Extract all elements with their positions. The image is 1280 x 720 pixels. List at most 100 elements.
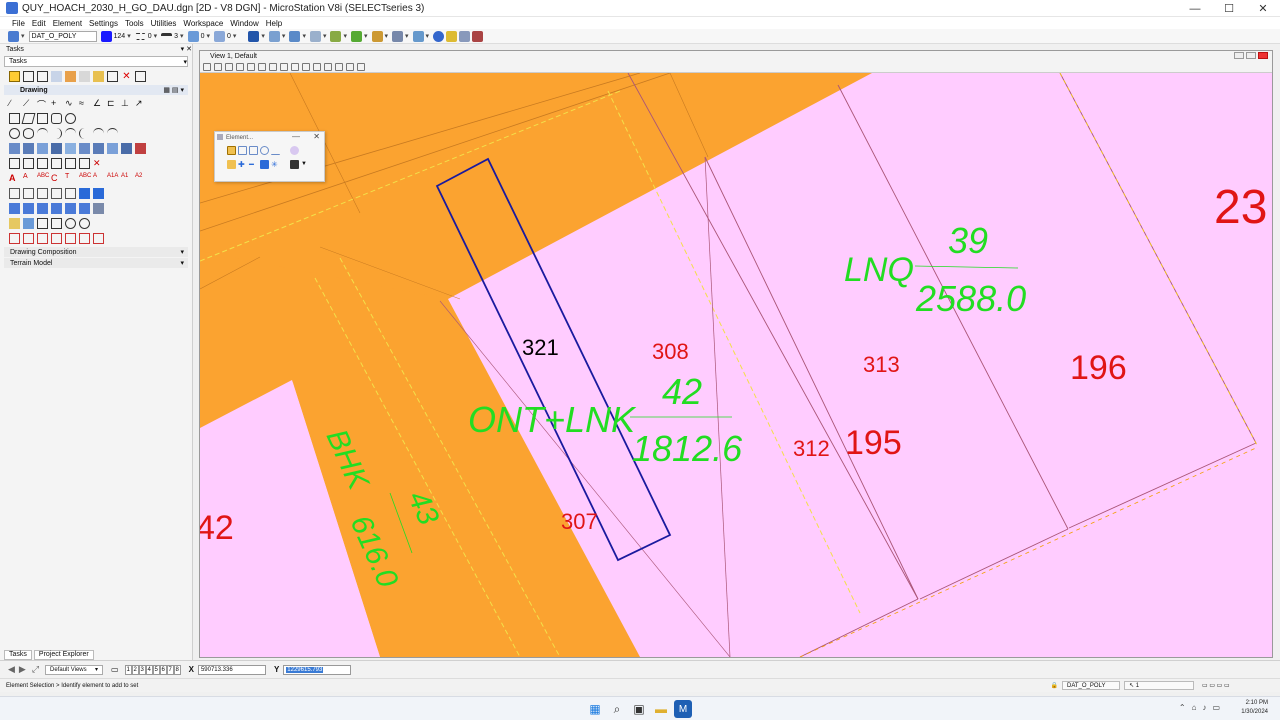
toolbox-icon[interactable] (459, 30, 471, 42)
copy-increment-text-icon[interactable]: A1A (107, 173, 118, 184)
copy-element-icon[interactable] (9, 143, 20, 154)
edit-text-icon[interactable]: ABC (37, 173, 49, 184)
chevron-down-icon[interactable]: ▾ (154, 32, 158, 40)
view-maximize-button[interactable] (1246, 52, 1256, 59)
chevron-down-icon[interactable]: ▾ (206, 32, 210, 40)
measure-tool-icon[interactable] (79, 71, 90, 82)
chevron-down-icon[interactable]: ▾ (343, 32, 347, 40)
chevron-down-icon[interactable]: ▾ (426, 32, 430, 40)
subtract-selection-icon[interactable]: ━ (249, 160, 258, 169)
change-text-icon[interactable]: ABC (79, 173, 91, 184)
increment-text-icon[interactable]: A1 (121, 173, 132, 184)
display-style-icon[interactable] (214, 62, 222, 71)
x-coordinate-field[interactable]: 590713.336 (197, 664, 266, 675)
place-note-icon[interactable]: C (51, 173, 62, 184)
fence-icon[interactable] (371, 30, 383, 42)
menu-help[interactable]: Help (266, 19, 282, 28)
task-view-icon[interactable]: ▣ (630, 700, 648, 718)
construct-bisector-icon[interactable]: ∠ (93, 98, 104, 109)
tab-tasks[interactable]: Tasks (4, 650, 32, 660)
mirror-icon[interactable] (79, 143, 90, 154)
menu-element[interactable]: Element (53, 19, 82, 28)
dimension-ordinate-icon[interactable] (79, 188, 90, 199)
dimension-radial-icon[interactable] (65, 188, 76, 199)
line-style-icon[interactable] (134, 32, 146, 40)
place-smartline-icon[interactable]: ∕ (9, 98, 20, 109)
modify-arc-axis-icon[interactable] (107, 128, 118, 139)
rotate-icon[interactable] (65, 143, 76, 154)
view-button-6[interactable]: 6 (159, 664, 167, 675)
rotate-view-icon[interactable] (280, 62, 288, 71)
construct-perpendicular-icon[interactable]: ⊥ (121, 98, 132, 109)
display-text-attributes-icon[interactable]: A (93, 173, 104, 184)
dimension-location-icon[interactable] (37, 188, 48, 199)
chevron-down-icon[interactable]: ▼ (301, 161, 307, 167)
scale-icon[interactable] (51, 143, 62, 154)
chevron-down-icon[interactable]: ▾ (233, 32, 237, 40)
select-replace-cell-icon[interactable] (37, 203, 48, 214)
move-element-icon[interactable] (23, 143, 34, 154)
dimension-angle-icon[interactable] (51, 188, 62, 199)
hatch-area-icon[interactable] (9, 218, 20, 229)
view-rotation-icon[interactable]: ⤢ (32, 664, 39, 675)
delete-part-icon[interactable] (23, 158, 34, 169)
place-circle-icon[interactable] (65, 113, 76, 124)
panel-close-icon[interactable]: ▾ ✕ (181, 45, 192, 53)
menu-file[interactable]: File (12, 19, 25, 28)
status-snap-field[interactable]: ↖ 1 (1124, 681, 1194, 690)
view-set-select[interactable]: Default Views ▾ (45, 664, 104, 675)
drawing-canvas[interactable]: 321 308 313 196 312 195 307 42 23 LNQ 39… (200, 73, 1272, 657)
fit-view-icon[interactable] (269, 62, 277, 71)
network-icon[interactable]: ⌂ (1192, 703, 1197, 712)
snaps-icon[interactable] (412, 30, 424, 42)
crosshatch-area-icon[interactable] (23, 218, 34, 229)
place-block-icon[interactable] (9, 113, 20, 124)
place-multiline-icon[interactable]: ≈ (79, 98, 90, 109)
view-next-icon[interactable] (313, 62, 321, 71)
system-clock[interactable]: 2:10 PM 1/30/2024 (1241, 699, 1268, 717)
replace-cell-icon[interactable] (79, 203, 90, 214)
volume-icon[interactable]: ♪ (1202, 703, 1206, 712)
construct-angle-icon[interactable]: ⊏ (107, 98, 118, 109)
text-node-icon[interactable]: A2 (135, 173, 146, 184)
place-circle-tool-icon[interactable] (9, 128, 20, 139)
ungroup-holes-icon[interactable] (93, 233, 104, 244)
maximize-button[interactable]: ☐ (1212, 0, 1246, 17)
place-text-icon[interactable]: A (9, 173, 20, 184)
place-active-cell-matrix-icon[interactable] (23, 203, 34, 214)
modify-arc-angle-icon[interactable] (93, 128, 104, 139)
active-level-select[interactable]: DAT_O_POLY (28, 30, 97, 42)
place-point-icon[interactable]: + (51, 98, 62, 109)
dialog-close-icon[interactable]: ✕ (313, 132, 320, 141)
menu-utilities[interactable]: Utilities (151, 19, 177, 28)
view-attributes-icon[interactable] (203, 62, 211, 71)
line-mode-icon[interactable] (271, 146, 280, 155)
view-close-button[interactable] (1258, 52, 1268, 59)
drop-element-icon[interactable] (93, 203, 104, 214)
cursor-select-icon[interactable] (290, 159, 299, 169)
chevron-down-icon[interactable]: ▾ (385, 32, 389, 40)
menu-workspace[interactable]: Workspace (183, 19, 223, 28)
place-cell-icon[interactable] (9, 203, 20, 214)
define-cell-origin-icon[interactable] (51, 203, 62, 214)
invert-selection-icon[interactable] (260, 159, 269, 169)
levels-icon[interactable] (350, 30, 362, 42)
search-icon[interactable]: ⌕ (608, 700, 626, 718)
manipulate-tool-icon[interactable] (93, 71, 104, 82)
level-manager-icon[interactable] (8, 30, 19, 42)
copy-tool-icon[interactable] (135, 71, 146, 82)
menu-tools[interactable]: Tools (125, 19, 144, 28)
view-button-8[interactable]: 8 (173, 664, 181, 675)
tasks-selector[interactable]: Tasks ▾ (4, 56, 188, 67)
drawing-section-header[interactable]: Drawing ▦ ▤ ▾ (4, 85, 188, 95)
place-quarter-ellipse-icon[interactable] (65, 128, 76, 139)
references-icon[interactable] (289, 30, 301, 42)
view-button-4[interactable]: 4 (145, 664, 153, 675)
color-swatch-icon[interactable] (100, 30, 112, 42)
open-view-icon[interactable]: ▭ (111, 665, 119, 674)
y-coordinate-field[interactable]: 1229615.793 (283, 664, 352, 675)
linear-pattern-icon[interactable] (51, 218, 62, 229)
identify-cell-icon[interactable] (65, 203, 76, 214)
minimize-button[interactable]: — (1178, 0, 1212, 17)
disconnect-icon[interactable] (472, 30, 484, 42)
